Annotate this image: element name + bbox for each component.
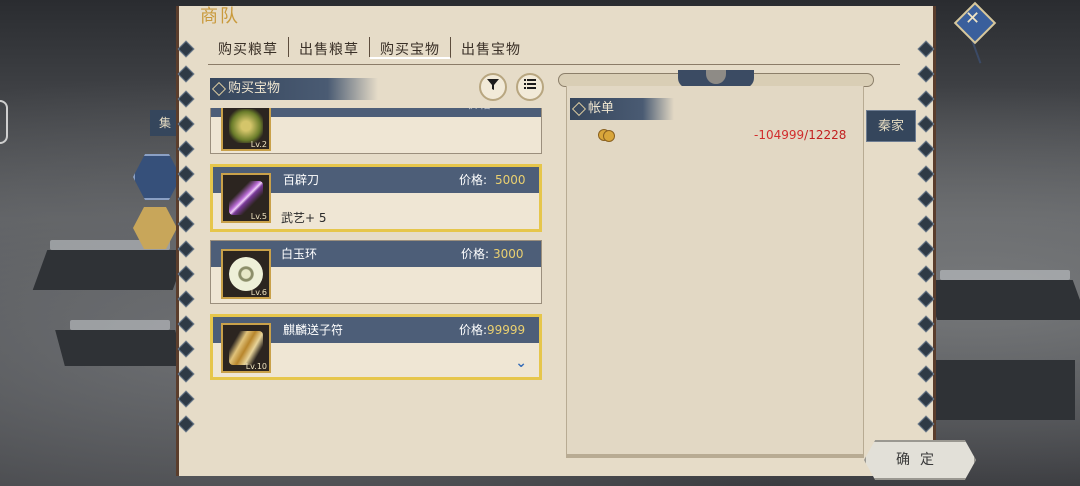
list-item[interactable]: 价格: Lv.2 — [210, 108, 542, 154]
background-roof — [922, 280, 1080, 320]
item-price-label: 价格: — [467, 108, 495, 117]
list-item[interactable]: 麒麟送子符 价格: 99999 Lv.10 ⌄ — [210, 314, 542, 380]
item-effect: 武艺+ 5 — [281, 211, 327, 225]
item-name: 白玉环 — [281, 247, 318, 261]
ledger-balance: -104999 — [754, 128, 805, 142]
background-snow — [940, 270, 1070, 280]
item-level: Lv.2 — [250, 140, 267, 149]
section-header: 购买宝物 — [210, 78, 378, 100]
item-name: 百辟刀 — [283, 173, 320, 187]
tab-sell-grain[interactable]: 出售粮草 — [289, 37, 370, 58]
background-roof — [32, 250, 188, 290]
item-level: Lv.5 — [250, 212, 267, 221]
item-price: 99999 — [487, 323, 526, 337]
list-item[interactable]: 白玉环 价格: 3000 Lv.6 — [210, 240, 542, 304]
item-price-label: 价格: — [458, 323, 487, 337]
item-name: 麒麟送子符 — [283, 323, 344, 337]
jade-ring-icon: Lv.6 — [221, 249, 271, 299]
item-price-label: 价格: — [460, 247, 489, 261]
tab-bar: 购买粮草 出售粮草 购买宝物 出售宝物 — [208, 34, 531, 64]
tab-divider — [208, 64, 900, 65]
coins-icon — [598, 128, 615, 142]
confirm-button[interactable]: 确定 — [864, 440, 976, 480]
tab-buy-grain[interactable]: 购买粮草 — [208, 37, 289, 58]
armor-icon: Lv.2 — [221, 108, 271, 151]
side-tab-right[interactable]: 秦家 — [866, 110, 916, 142]
device-notch — [0, 100, 8, 144]
close-icon: ✕ — [965, 8, 981, 29]
ledger-value: -104999/12228 — [754, 128, 846, 142]
item-level: Lv.6 — [250, 288, 267, 297]
chevron-down-icon[interactable]: ⌄ — [515, 355, 527, 371]
item-price: 3000 — [493, 247, 524, 261]
filter-icon[interactable] — [479, 73, 507, 101]
item-price-label: 价格: — [458, 173, 487, 187]
list-item[interactable]: 百辟刀 价格: 5000 Lv.5 武艺+ 5 — [210, 164, 542, 232]
ledger-header: 帐单 — [570, 98, 674, 120]
tab-buy-treasure[interactable]: 购买宝物 — [370, 37, 451, 59]
background-snow — [70, 320, 170, 330]
list-icon[interactable] — [516, 73, 544, 101]
panel-edge-left — [177, 30, 195, 460]
item-price: 5000 — [495, 173, 526, 187]
talisman-icon: Lv.10 — [221, 323, 271, 373]
treasure-list[interactable]: 价格: Lv.2 百辟刀 价格: 5000 Lv.5 武艺+ 5 白玉环 价格:… — [208, 108, 544, 384]
background-roof — [935, 360, 1075, 420]
blade-icon: Lv.5 — [221, 173, 271, 223]
panel-edge-right — [917, 30, 935, 460]
background-roof — [55, 330, 185, 366]
item-level: Lv.10 — [245, 362, 267, 371]
scroll-bottom-rod — [566, 454, 864, 458]
panel-title: 商队 — [200, 6, 240, 27]
ledger-total: 12228 — [808, 128, 847, 142]
tab-sell-treasure[interactable]: 出售宝物 — [451, 37, 531, 58]
